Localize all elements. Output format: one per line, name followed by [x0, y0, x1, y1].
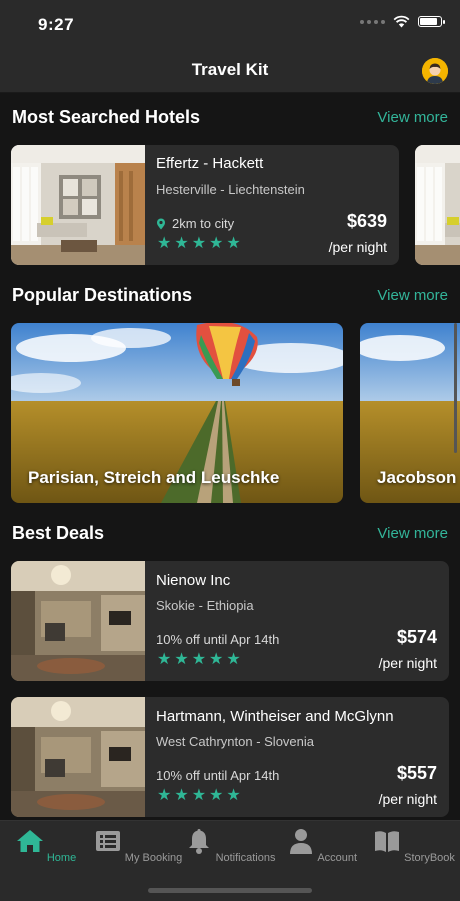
- star-icon: ★: [226, 235, 241, 252]
- star-icon: ★: [174, 651, 189, 668]
- popular-destinations-header: Popular Destinations View more: [12, 282, 448, 308]
- deal-price: $557: [396, 763, 437, 783]
- star-icon: ★: [191, 787, 207, 804]
- star-icon: ★: [209, 651, 224, 668]
- star-icon: ★: [209, 787, 224, 804]
- hotel-name: Effertz - Hackett: [156, 155, 264, 172]
- most-searched-header: Most Searched Hotels View more: [12, 104, 448, 130]
- tab-home[interactable]: Home: [0, 827, 92, 864]
- status-icons: [360, 15, 445, 28]
- map-pin-icon: [157, 218, 165, 229]
- deal-name: Hartmann, Wintheiser and McGlynn: [156, 708, 394, 725]
- tab-label: Home: [46, 852, 77, 864]
- price-unit: /per night: [328, 239, 387, 255]
- section-title: Best Deals: [12, 522, 105, 543]
- avatar[interactable]: [422, 58, 448, 84]
- price-unit: /per night: [378, 791, 437, 807]
- star-rating: ★ ★ ★ ★ ★: [157, 788, 241, 804]
- deal-price: $574: [396, 627, 437, 647]
- avatar-person-icon: [422, 58, 448, 84]
- hotel-room-image: [11, 145, 145, 265]
- hotel-distance-text: 2km to city: [172, 216, 235, 231]
- best-deals-header: Best Deals View more: [12, 520, 448, 546]
- home-icon: [16, 830, 43, 852]
- section-title: Most Searched Hotels: [12, 106, 201, 127]
- tab-notifications[interactable]: Notifications: [184, 827, 276, 864]
- deal-offer: 10% off until Apr 14th: [156, 632, 280, 647]
- deal-offer: 10% off until Apr 14th: [156, 768, 280, 783]
- star-icon: ★: [191, 235, 207, 252]
- status-bar: 9:27: [0, 0, 460, 48]
- bell-icon: [188, 829, 209, 854]
- tab-label: StoryBook: [404, 852, 455, 864]
- book-icon: [375, 831, 400, 852]
- destination-card[interactable]: Parisian, Streich and Leuschke: [11, 323, 343, 503]
- deal-location: West Cathrynton - Slovenia: [156, 734, 314, 749]
- section-title: Popular Destinations: [12, 284, 193, 305]
- view-more-hotels-link[interactable]: View more: [377, 109, 448, 126]
- hotel-lobby-image: [11, 561, 145, 681]
- view-more-destinations-link[interactable]: View more: [377, 287, 448, 304]
- booking-list-icon: [95, 831, 120, 851]
- tab-my-booking[interactable]: My Booking: [92, 827, 184, 864]
- star-icon: ★: [174, 235, 189, 252]
- view-more-deals-link[interactable]: View more: [377, 525, 448, 542]
- star-icon: ★: [157, 787, 172, 804]
- user-icon: [289, 829, 312, 854]
- tab-label: Notifications: [215, 852, 276, 864]
- deal-name: Nienow Inc: [156, 572, 231, 589]
- destination-name: Parisian, Streich and Leuschke: [28, 468, 280, 487]
- tab-storybook[interactable]: StoryBook: [368, 827, 460, 864]
- tab-label: Account: [317, 852, 358, 864]
- battery-icon: [418, 16, 445, 27]
- hotel-price: $639: [346, 211, 387, 231]
- star-icon: ★: [209, 235, 224, 252]
- destination-name: Jacobson: [377, 468, 457, 487]
- star-icon: ★: [226, 787, 241, 804]
- star-icon: ★: [174, 787, 189, 804]
- star-icon: ★: [191, 651, 207, 668]
- price-unit: /per night: [378, 655, 437, 671]
- star-icon: ★: [226, 651, 241, 668]
- tab-label: My Booking: [124, 852, 183, 864]
- star-icon: ★: [157, 651, 172, 668]
- deal-card[interactable]: Hartmann, Wintheiser and McGlynn West Ca…: [11, 697, 449, 817]
- star-icon: ★: [157, 235, 172, 252]
- deal-location: Skokie - Ethiopia: [156, 598, 254, 613]
- star-rating: ★ ★ ★ ★ ★: [157, 236, 241, 252]
- cellular-signal-icon: [360, 19, 385, 24]
- hotel-location: Hesterville - Liechtenstein: [156, 182, 305, 197]
- home-indicator: [148, 888, 312, 893]
- vertical-scrollbar[interactable]: [454, 323, 457, 453]
- hotel-lobby-image: [11, 697, 145, 817]
- app-title: Travel Kit: [191, 60, 269, 79]
- status-time: 9:27: [38, 15, 75, 34]
- home-content[interactable]: Most Searched Hotels View more Effertz -…: [0, 93, 460, 820]
- hotel-card-peek[interactable]: [415, 145, 460, 265]
- star-rating: ★ ★ ★ ★ ★: [157, 652, 241, 668]
- app-bar: Travel Kit: [0, 48, 460, 93]
- hotel-room-image: [415, 145, 460, 265]
- hotel-distance: 2km to city: [156, 216, 234, 231]
- hotel-card[interactable]: Effertz - Hackett Hesterville - Liechten…: [11, 145, 399, 265]
- bottom-tab-bar: Home My Booking Notifications Account St…: [0, 820, 460, 901]
- deal-card[interactable]: Nienow Inc Skokie - Ethiopia 10% off unt…: [11, 561, 449, 681]
- wifi-icon: [393, 15, 410, 28]
- destination-card-peek[interactable]: Jacobson: [360, 323, 460, 503]
- tab-account[interactable]: Account: [276, 827, 368, 864]
